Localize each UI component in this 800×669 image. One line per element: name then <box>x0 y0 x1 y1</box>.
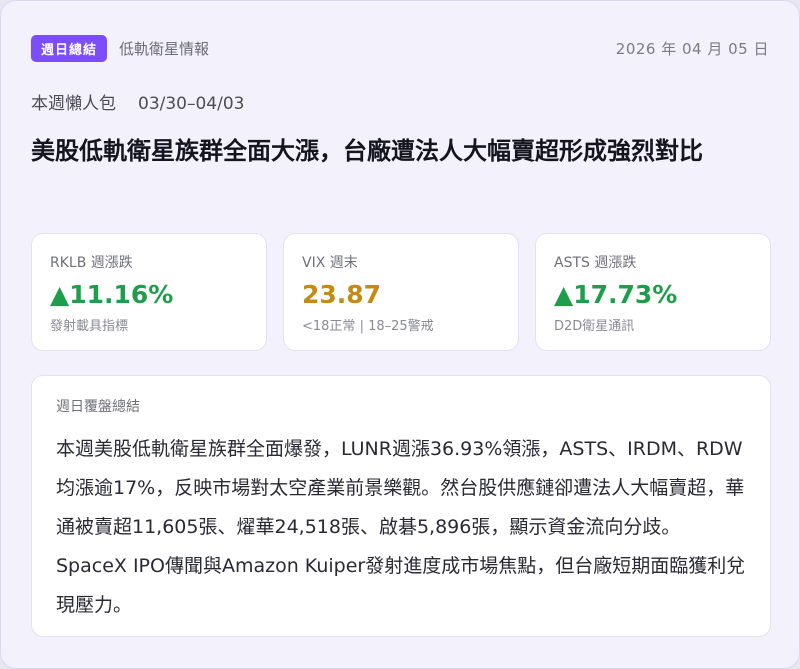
card-header: 週日總結 低軌衛星情報 2026 年 04 月 05 日 <box>31 34 769 62</box>
stat-label: RKLB 週漲跌 <box>50 255 133 271</box>
stat-value: ▲11.16% <box>50 280 174 309</box>
publish-date: 2026 年 04 月 05 日 <box>615 39 769 58</box>
date-range: 03/30–04/03 <box>138 94 245 114</box>
stat-value: ▲17.73% <box>554 280 678 309</box>
stat-note: D2D衛星通訊 <box>554 319 635 334</box>
stat-label: ASTS 週漲跌 <box>554 255 637 271</box>
stat-card-rklb: RKLB 週漲跌 ▲11.16% 發射載具指標 <box>31 233 267 351</box>
stat-note: <18正常 | 18–25警戒 <box>302 319 434 334</box>
headline: 美股低軌衛星族群全面大漲，台廠遭法人大幅賣超形成強烈對比 <box>31 137 703 165</box>
digest-label: 本週懶人包 <box>31 94 116 114</box>
weekly-summary-badge: 週日總結 <box>31 34 108 62</box>
summary-card: 週日總結 低軌衛星情報 2026 年 04 月 05 日 本週懶人包 03/30–… <box>0 0 800 669</box>
stat-card-asts: ASTS 週漲跌 ▲17.73% D2D衛星通訊 <box>535 233 771 351</box>
category-label: 低軌衛星情報 <box>119 39 210 58</box>
weekly-digest-subtitle: 本週懶人包 03/30–04/03 <box>31 89 244 114</box>
stat-card-vix: VIX 週末 23.87 <18正常 | 18–25警戒 <box>283 233 519 351</box>
review-body: 本週美股低軌衛星族群全面爆發，LUNR週漲36.93%領漲，ASTS、IRDM、… <box>56 438 746 616</box>
stats-row: RKLB 週漲跌 ▲11.16% 發射載具指標 VIX 週末 23.87 <18… <box>31 233 771 351</box>
stat-label: VIX 週末 <box>302 255 358 271</box>
stat-note: 發射載具指標 <box>50 319 129 334</box>
weekly-review-panel: 週日覆盤總結 本週美股低軌衛星族群全面爆發，LUNR週漲36.93%領漲，AST… <box>31 375 771 637</box>
stat-value: 23.87 <box>302 280 382 309</box>
review-title: 週日覆盤總結 <box>56 399 140 415</box>
